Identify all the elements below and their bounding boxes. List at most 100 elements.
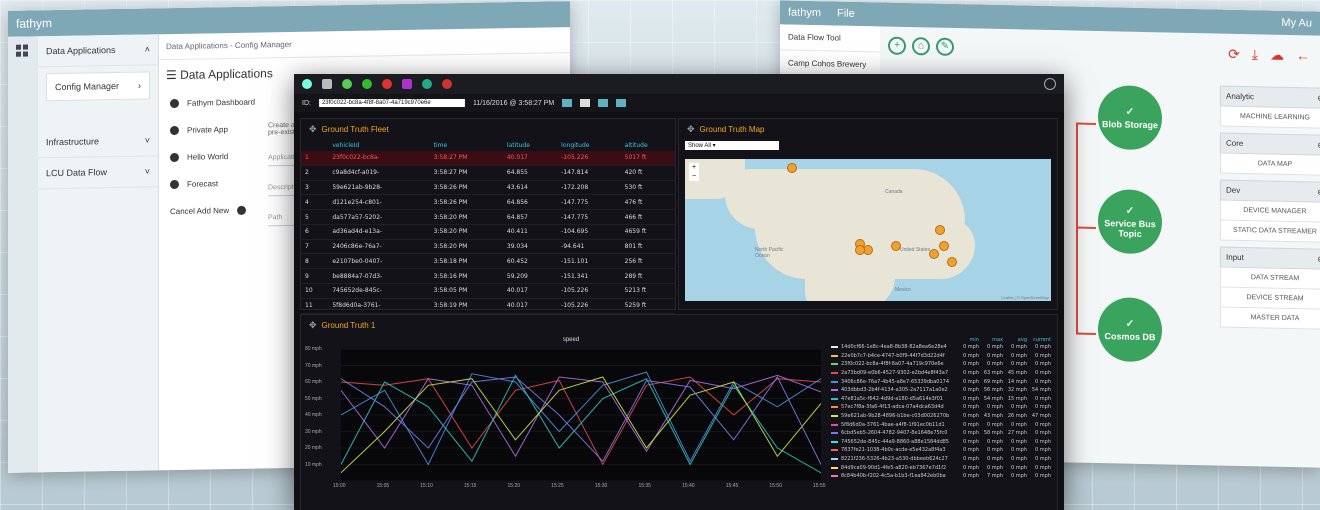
move-icon: ✥ (309, 320, 317, 330)
legend-swatch (831, 432, 838, 435)
user-menu[interactable]: My Au (1281, 17, 1312, 30)
rewind-button[interactable] (562, 99, 573, 107)
legend-max: 58 mph (983, 430, 1003, 437)
power-icon[interactable] (1044, 78, 1056, 90)
file-menu[interactable]: File (837, 8, 855, 20)
column-header[interactable]: altitude (621, 140, 675, 151)
home-icon[interactable] (302, 79, 312, 89)
settings-icon[interactable] (442, 79, 452, 89)
legend-row[interactable]: 59e621ab-9b28-4896-b1be-c03d0026270b 0 mp… (831, 412, 1051, 421)
map-pin[interactable] (891, 241, 901, 251)
node-service-bus-topic[interactable]: ✓ Service Bus Topic (1098, 189, 1162, 255)
map-pin[interactable] (939, 241, 949, 251)
legend-row[interactable]: 3406c86e-76a7-4b45-a8e7-65339dba0174 0 mp… (831, 377, 1051, 386)
legend-row[interactable]: 84d9ca09-90d1-4fe5-a820-eb7367e7d1f2 0 mp… (831, 463, 1051, 472)
add-icon[interactable]: + (888, 36, 906, 55)
zoom-control[interactable]: + − (689, 163, 699, 181)
legend-row[interactable]: 6cbd5eb5-2604-4782-9407-8e1648e75fc0 0 mp… (831, 429, 1051, 438)
table-row[interactable]: 3 59e621ab-9b28- 3:58:26 PM 43.614 -172.208 5… (301, 180, 675, 196)
back-icon[interactable]: ← (1296, 47, 1310, 64)
series-line[interactable] (341, 376, 821, 474)
node-blob-storage[interactable]: ✓ Blob Storage (1098, 85, 1162, 151)
sidebar-item-data-applications[interactable]: Data Applications ˄ (38, 34, 158, 68)
palette-category[interactable]: Dev ⊖ (1220, 179, 1320, 203)
map-filter-select[interactable]: Show All ▾ (685, 141, 779, 150)
forward-button[interactable] (616, 99, 627, 107)
map-pin[interactable] (855, 245, 865, 255)
flow-toolbar: + ⌂ ✎ (888, 36, 954, 56)
map-pin[interactable] (787, 163, 797, 173)
sidebar-subitem-config-manager[interactable]: Config Manager › (46, 71, 150, 102)
flow-item[interactable]: Data Flow Tool (780, 24, 880, 53)
grid-icon[interactable] (16, 44, 28, 57)
sidebar-item-infrastructure[interactable]: Infrastructure ˅ (38, 125, 158, 159)
legend-row[interactable]: 745652de-845c-44a9-8860-a88e1584dd85 0 mp… (831, 438, 1051, 447)
map[interactable]: Canada United States Mexico North Pacifi… (685, 159, 1051, 301)
download-icon[interactable]: ⤓ (1252, 46, 1258, 63)
legend-row[interactable]: 5f8d6d0a-3761-4bae-a4f8-1f91ec0b11d1 0 mp… (831, 420, 1051, 429)
map-pin[interactable] (935, 225, 945, 235)
legend-row[interactable]: 22e0b7c7-b4ce-4747-b0f9-44f7d3d22d4f 0 mp… (831, 352, 1051, 361)
speed-chart[interactable] (341, 349, 821, 481)
series-line[interactable] (341, 374, 821, 458)
pencil-icon[interactable] (342, 79, 352, 89)
table-row[interactable]: 11 5f8d6d0a-3761- 3:58:19 PM 40.017 -105.226… (301, 298, 675, 314)
palette-item[interactable]: DEVICE MANAGER (1220, 200, 1320, 223)
series-line[interactable] (341, 374, 821, 474)
table-row[interactable]: 2 c9a8d4cf-a019- 3:58:27 PM 64.855 -147.814 4… (301, 165, 675, 181)
legend-row[interactable]: 47e81a5c-f642-4d9d-a180-d5a614e3f01 0 mph… (831, 395, 1051, 404)
palette-item[interactable]: MACHINE LEARNING (1220, 106, 1320, 129)
legend-row[interactable]: 8221f236-5326-4b23-a530-dbbeeb624c27 0 mp… (831, 455, 1051, 464)
sidebar-item-lcu-data-flow[interactable]: LCU Data Flow ˅ (38, 156, 158, 190)
x-tick-label: 15:45 (725, 483, 739, 489)
legend-row[interactable]: 403dbbd3-2b4f-4134-a305-2a7117a1a0e2 0 mp… (831, 386, 1051, 395)
column-header[interactable]: vehicleId (328, 140, 429, 151)
edit-icon[interactable]: ✎ (936, 37, 954, 56)
folder-icon[interactable] (322, 79, 332, 89)
palette-category[interactable]: Analytic ⊖ (1220, 85, 1320, 109)
globe-icon[interactable] (422, 79, 432, 89)
legend-row[interactable]: 8c84b40b-f202-4c5a-b1b3-f1ea842eb0ba 0 mp… (831, 472, 1051, 481)
legend-id: 403dbbd3-2b4f-4134-a305-2a7117a1a0e2 (841, 387, 948, 394)
table-cell: 40.017 (502, 298, 558, 314)
palette-category[interactable]: Input ⊖ (1220, 246, 1320, 270)
column-header[interactable]: longitude (557, 140, 620, 151)
palette-item[interactable]: DATA STREAM (1220, 267, 1320, 290)
remove-icon[interactable] (382, 79, 392, 89)
map-pin[interactable] (947, 257, 957, 267)
column-header[interactable]: time (430, 140, 503, 151)
table-row[interactable]: 5 da577a57-5202- 3:58:20 PM 64.857 -147.775 4… (301, 209, 675, 225)
palette-item[interactable]: DEVICE STREAM (1220, 287, 1320, 310)
table-row[interactable]: 10 745652de-845c- 3:58:05 PM 40.017 -105.226… (301, 283, 675, 299)
play-button[interactable] (598, 99, 609, 107)
legend-row[interactable]: 2a73bd09-e0b6-4527-9302-e2bd4e8f43a7 0 mp… (831, 369, 1051, 378)
node-cosmos-db[interactable]: ✓ Cosmos DB (1098, 297, 1162, 363)
table-row[interactable]: 6 ad36ad4d-e13a- 3:58:20 PM 40.411 -104.695 4… (301, 224, 675, 240)
legend-row[interactable]: 14d0cf66-1e8c-4ea8-8b38-82a8ea6e28e4 0 mp… (831, 343, 1051, 352)
refresh-icon[interactable]: ⟳ (1228, 46, 1240, 63)
legend-row[interactable]: 23f0c022-bc8a-4f8f-8a07-4a719c970e6e 0 mp… (831, 360, 1051, 369)
table-row[interactable]: 1 23f0c022-bc8a- 3:58:27 PM 40.017 -105.226 5… (301, 151, 675, 166)
table-row[interactable]: 7 2406c86e-76a7- 3:58:20 PM 39.034 -94.641 80… (301, 239, 675, 255)
palette-item[interactable]: STATIC DATA STREAMER (1220, 220, 1320, 243)
map-pin[interactable] (929, 249, 939, 259)
module-palette: Analytic ⊖ MACHINE LEARNING Core ⊖ DATA MA… (1220, 80, 1320, 330)
palette-item[interactable]: DATA MAP (1220, 153, 1320, 176)
upload-icon[interactable]: ☁ (1270, 47, 1284, 64)
legend-avg: 15 mph (1007, 395, 1027, 402)
add-icon[interactable] (362, 79, 372, 89)
table-row[interactable]: 4 d121e254-c801- 3:58:26 PM 64.856 -147.775 4… (301, 194, 675, 211)
vehicle-select[interactable]: 23f0c022-bc8a-4f8f-8a07-4a719c970e6e (318, 99, 465, 107)
grid-icon[interactable] (402, 79, 412, 89)
pause-button[interactable] (580, 99, 591, 107)
legend-row[interactable]: 57ec7f8a-3fa6-4f13-adca-07a4dca63d4d 0 mp… (831, 403, 1051, 412)
table-row[interactable]: 8 e2107be0-0407- 3:58:18 PM 60.452 -151.101 2… (301, 253, 675, 270)
legend-id: 7837fe21-1038-4b0c-acde-e5e432a8f4a3 (841, 447, 946, 454)
palette-category[interactable]: Core ⊖ (1220, 132, 1320, 156)
table-row[interactable]: 9 be8884a7-07d3- 3:58:16 PM 59.209 -151.341 2… (301, 268, 675, 285)
column-header[interactable]: latitude (503, 140, 557, 151)
home-icon[interactable]: ⌂ (912, 37, 930, 56)
palette-item[interactable]: MASTER DATA (1220, 307, 1320, 330)
legend-row[interactable]: 7837fe21-1038-4b0c-acde-e5e432a8f4a3 0 mp… (831, 446, 1051, 455)
table-cell: 3:58:20 PM (429, 209, 503, 225)
